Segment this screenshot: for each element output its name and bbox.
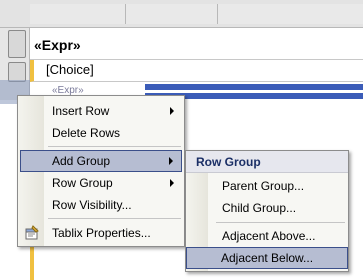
menu-item-adjacent-above[interactable]: Adjacent Above...: [188, 225, 346, 247]
expr-header-text: «Expr»: [34, 37, 81, 53]
tablix-context-menu: Insert Row Delete Rows Add Group Row Gro…: [17, 95, 185, 247]
menu-item-label: Parent Group...: [222, 179, 305, 193]
submenu-arrow-icon: [169, 157, 173, 165]
add-group-submenu: Row Group Parent Group... Child Group...…: [185, 150, 349, 272]
column-handle[interactable]: [218, 4, 363, 24]
submenu-header: Row Group: [186, 151, 348, 173]
menu-item-label: Row Visibility...: [52, 198, 132, 212]
row-handle[interactable]: [8, 30, 26, 58]
menu-item-adjacent-below[interactable]: Adjacent Below...: [186, 247, 348, 269]
column-handle[interactable]: [126, 4, 218, 24]
menu-item-row-visibility[interactable]: Row Visibility...: [20, 194, 182, 216]
menu-item-label: Child Group...: [222, 201, 297, 215]
menu-item-insert-row[interactable]: Insert Row: [20, 100, 182, 122]
menu-separator: [48, 146, 181, 147]
column-handle[interactable]: [30, 4, 126, 24]
menu-separator: [216, 222, 345, 223]
menu-item-child-group[interactable]: Child Group...: [188, 197, 346, 219]
properties-icon: [24, 225, 40, 241]
row-handle[interactable]: [8, 62, 26, 82]
tablix-header-row[interactable]: «Expr»: [30, 28, 363, 60]
menu-item-label: Adjacent Above...: [222, 229, 316, 243]
choice-cell-text: [Choice]: [46, 62, 94, 77]
menu-item-delete-rows[interactable]: Delete Rows: [20, 122, 182, 144]
submenu-arrow-icon: [170, 107, 174, 115]
menu-item-label: Tablix Properties...: [52, 226, 151, 240]
menu-item-label: Insert Row: [52, 104, 110, 118]
menu-item-label: Row Group: [52, 176, 113, 190]
menu-item-label: Adjacent Below...: [221, 251, 314, 265]
menu-item-add-group[interactable]: Add Group: [20, 150, 182, 172]
group-indicator-bar: [145, 84, 363, 90]
menu-item-parent-group[interactable]: Parent Group...: [188, 175, 346, 197]
submenu-title: Row Group: [196, 155, 261, 169]
submenu-arrow-icon: [170, 179, 174, 187]
tablix-group-header-row[interactable]: [Choice]: [30, 60, 363, 82]
menu-separator: [48, 218, 181, 219]
menu-item-tablix-properties[interactable]: Tablix Properties...: [20, 222, 182, 244]
menu-item-label: Add Group: [52, 154, 111, 168]
column-header-bar: [0, 0, 363, 28]
menu-item-row-group[interactable]: Row Group: [20, 172, 182, 194]
menu-item-label: Delete Rows: [52, 126, 121, 140]
